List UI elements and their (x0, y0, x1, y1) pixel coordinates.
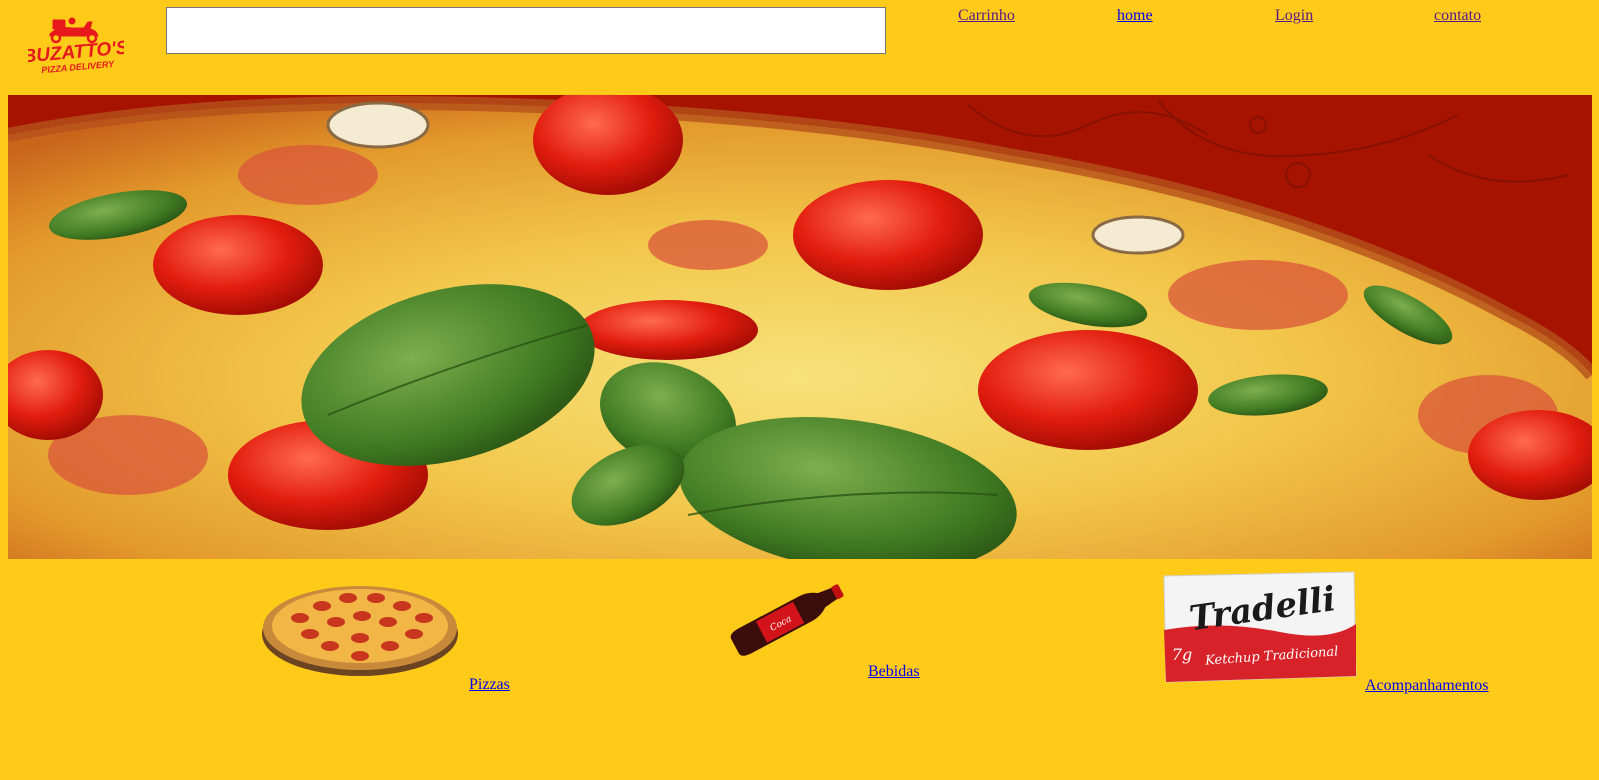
category-link-acompanhamentos[interactable]: Acompanhamentos (1365, 677, 1489, 695)
sachet-weight-text: 7g (1172, 645, 1192, 664)
search-input[interactable] (166, 7, 886, 54)
nav-link-carrinho[interactable]: Carrinho (958, 7, 1015, 25)
category-link-bebidas[interactable]: Bebidas (868, 663, 920, 681)
nav-link-home[interactable]: home (1117, 7, 1153, 25)
pizza-banner-image (8, 95, 1592, 559)
ketchup-sachet-image[interactable]: Tradelli Ketchup Tradicional 7g (1160, 570, 1358, 684)
delivery-scooter-icon (49, 17, 99, 44)
cola-bottle-image[interactable]: Coca (718, 576, 858, 660)
nav-link-contato[interactable]: contato (1434, 7, 1481, 25)
category-link-pizzas[interactable]: Pizzas (469, 676, 510, 694)
page: BUZATTO'S PIZZA DELIVERY Carrinho home L… (0, 0, 1599, 780)
buzattos-logo[interactable]: BUZATTO'S PIZZA DELIVERY (28, 14, 124, 76)
pepperoni-pizza-image[interactable] (260, 576, 460, 678)
nav-link-login[interactable]: Login (1275, 7, 1313, 25)
